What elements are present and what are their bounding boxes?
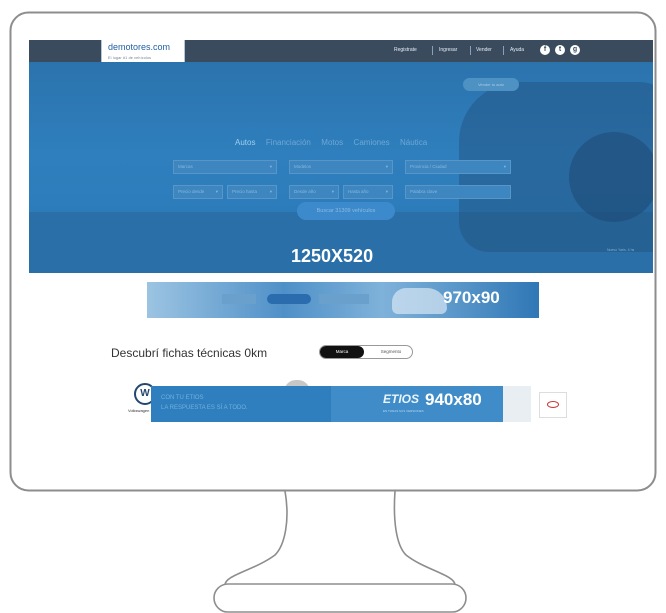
nav-help-link[interactable]: Ayuda [510,47,524,53]
price-from-value: Precio desde [178,189,205,194]
hero-search-section: Vender tu auto Autos Financiación Motos … [29,62,653,273]
toyota-logo-box[interactable] [539,392,567,418]
toggle-segment-option[interactable]: Segmento [372,346,410,358]
model-select-value: Modelos [294,164,312,169]
tab-financiacion[interactable]: Financiación [266,138,311,147]
ad-banner-940[interactable]: CON TU ETIOS LA RESPUESTA ES SÍ A TODO. … [151,386,531,422]
chevron-down-icon: ▾ [385,164,388,169]
brand-select[interactable]: Marcas ▾ [173,160,277,174]
monitor-screen: demotores.com El lugar #1 de vehículos R… [29,40,653,430]
facebook-icon[interactable]: f [540,45,550,55]
vehicle-tabs: Autos Financiación Motos Camiones Náutic… [235,132,433,150]
hero-image-credit: Nuevo Yaris. 4 hs [607,248,635,252]
sell-car-button[interactable]: Vender tu auto [463,78,519,91]
banner-940-right-panel [503,386,531,422]
logo-tagline: El lugar #1 de vehículos [108,56,152,60]
chevron-down-icon: ▾ [331,189,334,194]
banner-car-image [392,288,447,314]
google-plus-icon[interactable]: g [570,45,580,55]
chevron-down-icon: ▾ [269,189,272,194]
banner-940-subheadline: LA RESPUESTA ES SÍ A TODO. [161,405,248,411]
location-select[interactable]: Provincia / Ciudad ▾ [405,160,511,174]
banner-pill [267,294,311,304]
ad-banner-970[interactable]: 970x90 [147,282,539,318]
chevron-down-icon: ▾ [269,164,272,169]
tab-nautica[interactable]: Náutica [400,138,427,147]
banner-block [319,294,369,304]
chevron-down-icon: ▾ [385,189,388,194]
year-from-select[interactable]: Desde año ▾ [289,185,339,199]
tab-autos[interactable]: Autos [235,138,255,147]
banner-970-size-label: 970x90 [443,288,500,307]
banner-940-headline: CON TU ETIOS [161,395,204,401]
nav-register-link[interactable]: Registrate [394,47,417,53]
toggle-brand-option[interactable]: Marca [320,346,364,358]
tab-motos[interactable]: Motos [321,138,343,147]
hero-size-placeholder: 1250X520 [291,246,374,266]
tab-camiones[interactable]: Camiones [354,138,390,147]
nav-sell-link[interactable]: Vender [476,47,492,53]
search-vehicles-button[interactable]: Buscar 31309 vehículos [297,202,395,220]
keyword-input[interactable]: Palabra clave [405,185,511,199]
model-select[interactable]: Modelos ▾ [289,160,393,174]
toyota-logo-icon [547,401,559,408]
year-from-value: Desde año [294,189,316,194]
top-nav-bar: demotores.com El lugar #1 de vehículos R… [29,40,653,66]
price-to-select[interactable]: Precio hasta ▾ [227,185,277,199]
etios-logo-text: ETIOS [383,392,420,406]
banner-940-left-panel: CON TU ETIOS LA RESPUESTA ES SÍ A TODO. [151,386,331,422]
specs-toggle: Marca Segmento [319,345,413,359]
year-to-select[interactable]: Hasta año ▾ [343,185,393,199]
etios-tagline: EN TODAS SUS VERSIONES [383,409,424,413]
banner-block [222,294,256,304]
volkswagen-label: Volkswagen [128,408,150,413]
hero-car-wheel [569,132,653,222]
year-to-value: Hasta año [348,189,369,194]
nav-login-link[interactable]: Ingresar [439,47,457,53]
chevron-down-icon: ▾ [215,189,218,194]
price-to-value: Precio hasta [232,189,258,194]
nav-separator [432,46,433,55]
nav-separator [503,46,504,55]
banner-940-size-label: 940x80 [425,390,482,409]
keyword-placeholder: Palabra clave [410,189,438,194]
chevron-down-icon: ▾ [503,164,506,169]
nav-separator [470,46,471,55]
brand-select-value: Marcas [178,164,193,169]
price-from-select[interactable]: Precio desde ▾ [173,185,223,199]
logo-text: demotores.com [108,42,171,52]
location-select-value: Provincia / Ciudad [410,164,447,169]
twitter-icon[interactable]: t [555,45,565,55]
specs-section-title: Descubrí fichas técnicas 0km [111,346,268,360]
